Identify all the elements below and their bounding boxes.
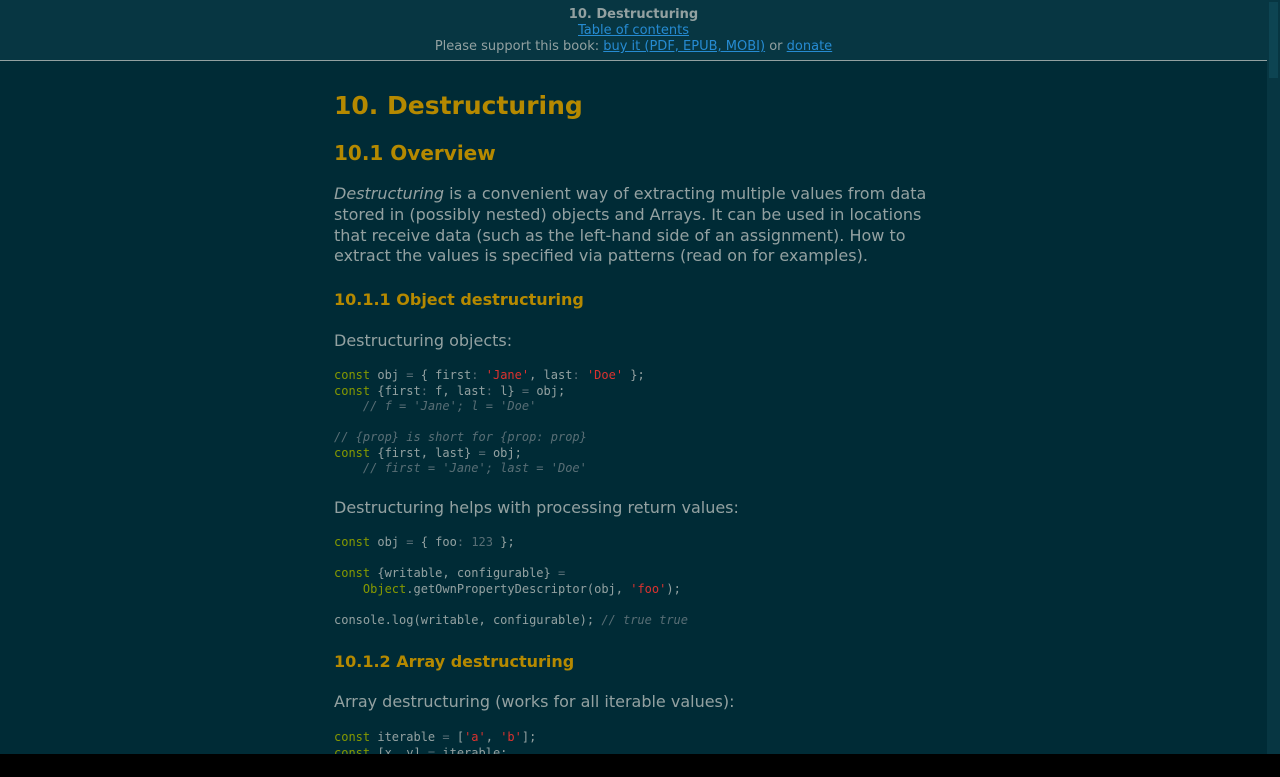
intro-line-4: extract the values is specified via patt… [334, 246, 868, 266]
code-text: console.log(writable, configurable); [334, 612, 602, 627]
code-text: , last [529, 368, 573, 382]
code-operator: = [478, 445, 486, 460]
code-text: l} [492, 383, 522, 398]
section-heading-overview: 10.1 Overview [334, 141, 496, 165]
code-line: const {first: f, last: l} = obj; [334, 384, 565, 398]
code-keyword: const [334, 730, 371, 744]
or-text: or [765, 39, 787, 54]
paragraph-destructuring-objects: Destructuring objects: [334, 331, 513, 350]
code-text: , [485, 730, 501, 744]
code-line: const obj = { foo: 123 }; [334, 535, 515, 549]
bottom-bar [0, 754, 1280, 777]
code-text: iterable [370, 730, 443, 744]
code-text: iterable; [435, 745, 508, 755]
code-number: 123 [471, 535, 493, 549]
code-block-return-values: const obj = { foo: 123 }; const {writabl… [334, 535, 688, 628]
subsection-heading-array: 10.1.2 Array destructuring [334, 652, 575, 671]
code-text: f, last [427, 383, 486, 398]
code-comment: // first = 'Jane'; last = 'Doe' [362, 461, 587, 475]
code-operator: : [420, 383, 428, 398]
code-text: {first [370, 383, 421, 398]
code-block-object: const obj = { first: 'Jane', last: 'Doe'… [334, 368, 645, 477]
code-line: const iterable = ['a', 'b']; [334, 730, 536, 744]
code-line: const obj = { first: 'Jane', last: 'Doe'… [334, 368, 645, 382]
code-text: obj [370, 535, 407, 549]
code-comment: // f = 'Jane'; l = 'Doe' [362, 399, 537, 413]
intro-line-3: that receive data (such as the left-hand… [334, 225, 906, 245]
code-text: [x, y] [370, 745, 428, 755]
code-line: const {writable, configurable} = [334, 566, 565, 580]
support-line: Please support this book: buy it (PDF, E… [0, 39, 1267, 55]
intro-emphasis: Destructuring [334, 184, 445, 203]
code-line: // f = 'Jane'; l = 'Doe' [334, 399, 536, 413]
code-text: }; [493, 535, 515, 549]
support-prefix: Please support this book: [434, 39, 604, 54]
book-navigation-header: 10. Destructuring Table of contents Plea… [0, 0, 1267, 61]
code-line: // {prop} is short for {prop: prop} [334, 430, 587, 444]
code-operator: : [572, 368, 580, 382]
code-text: [ [449, 730, 465, 744]
code-operator: : [456, 535, 465, 549]
code-text: { foo [413, 535, 457, 549]
code-line: // first = 'Jane'; last = 'Doe' [334, 461, 587, 475]
code-string: 'Doe' [586, 368, 624, 382]
code-keyword: const [334, 535, 371, 549]
code-operator: : [471, 368, 479, 382]
code-block-array: const iterable = ['a', 'b']; const [x, y… [334, 730, 536, 754]
code-string: 'b' [500, 730, 522, 744]
code-string: 'Jane' [485, 368, 530, 382]
vertical-scrollbar[interactable] [1267, 0, 1280, 754]
code-line: console.log(writable, configurable); // … [334, 613, 688, 627]
code-text: {first, last} [370, 445, 479, 460]
chapter-heading: 10. Destructuring [334, 91, 583, 120]
code-text: obj; [485, 445, 522, 460]
code-operator: = [442, 730, 450, 744]
code-keyword: const [334, 745, 371, 755]
buy-book-link[interactable]: buy it (PDF, EPUB, MOBI) [603, 39, 765, 54]
code-comment: // true true [601, 612, 689, 627]
code-line: const [x, y] = iterable; [334, 746, 507, 755]
code-keyword: const [334, 368, 371, 382]
code-text: }; [623, 368, 645, 382]
code-keyword: const [334, 445, 371, 460]
scrollbar-thumb[interactable] [1269, 2, 1278, 78]
code-keyword: const [334, 566, 371, 580]
code-string: 'foo' [630, 581, 667, 596]
code-text: obj [370, 368, 407, 382]
code-text: { first [413, 368, 472, 382]
code-string: 'a' [464, 730, 486, 744]
toc-line: Table of contents [0, 23, 1267, 39]
code-text: ]; [521, 730, 537, 744]
code-builtin: Object [362, 581, 407, 596]
table-of-contents-link[interactable]: Table of contents [578, 23, 689, 38]
intro-line-2: stored in (possibly nested) objects and … [334, 204, 922, 224]
paragraph-return-values: Destructuring helps with processing retu… [334, 498, 739, 517]
article-content: 10. Destructuring 10.1 Overview Destruct… [334, 61, 934, 754]
code-line: Object.getOwnPropertyDescriptor(obj, 'fo… [334, 582, 681, 596]
paragraph-array-destructuring: Array destructuring (works for all itera… [334, 692, 735, 711]
intro-line-1: is a convenient way of extracting multip… [444, 184, 927, 203]
donate-link[interactable]: donate [787, 39, 833, 54]
code-line: const {first, last} = obj; [334, 446, 522, 460]
code-text: {writable, configurable} [370, 566, 558, 580]
code-keyword: const [334, 383, 371, 398]
intro-paragraph: Destructuring is a convenient way of ext… [334, 184, 934, 267]
subsection-heading-object: 10.1.1 Object destructuring [334, 290, 584, 309]
code-operator: : [485, 383, 493, 398]
code-operator: = [557, 566, 566, 580]
code-text: .getOwnPropertyDescriptor(obj, [406, 581, 631, 596]
code-text: obj; [529, 383, 566, 398]
chapter-title: 10. Destructuring [568, 7, 699, 22]
code-comment: // {prop} is short for {prop: prop} [334, 430, 587, 444]
code-text: ); [666, 581, 681, 596]
